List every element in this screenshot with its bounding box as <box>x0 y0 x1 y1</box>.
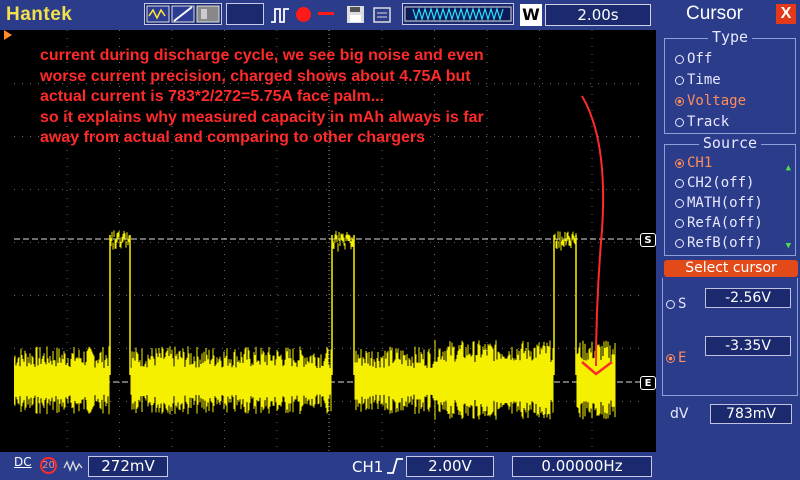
coupling-indicator: DC <box>14 455 32 469</box>
brand-logo: Hantek <box>6 4 73 25</box>
trigger-edge-icon <box>270 6 292 28</box>
memory-wave-icon <box>404 6 512 22</box>
rising-edge-icon <box>386 457 404 479</box>
cursor-s-value[interactable]: -2.56V <box>705 288 791 308</box>
annotation-line: actual current is 783*2/272=5.75A face p… <box>40 88 385 105</box>
annotation-line: current during discharge cycle, we see b… <box>40 47 484 64</box>
delta-value: 783mV <box>710 404 792 424</box>
type-group-label: Type <box>665 28 795 46</box>
display-mode-icons[interactable] <box>144 3 222 25</box>
type-group: Type Off Time Voltage Track <box>664 28 796 134</box>
annotation-text: current during discharge cycle, we see b… <box>40 46 640 149</box>
close-button[interactable]: X <box>776 4 796 24</box>
usb-icon <box>372 5 394 29</box>
source-option-ch2[interactable]: CH2(off) <box>675 175 754 191</box>
annotation-line: so it explains why measured capacity in … <box>40 108 484 126</box>
annotation-line: away from actual and comparing to other … <box>40 129 425 146</box>
trigger-channel-label: CH1 <box>352 458 384 476</box>
source-option-math[interactable]: MATH(off) <box>675 195 763 211</box>
bandwidth-limit-badge: 20 <box>40 457 57 474</box>
left-gutter <box>0 30 14 454</box>
record-icon[interactable] <box>296 7 311 22</box>
type-option-track[interactable]: Track <box>675 114 729 130</box>
memory-depth-indicator[interactable] <box>402 3 514 25</box>
source-group-label: Source <box>665 134 795 152</box>
cursor-e-marker[interactable]: E <box>640 376 656 390</box>
cursor-s-marker[interactable]: S <box>640 233 656 247</box>
select-cursor-header[interactable]: Select cursor <box>664 260 798 277</box>
cursor-e-option[interactable]: E <box>666 350 686 366</box>
ch1-scale-display[interactable]: 272mV <box>88 456 168 477</box>
top-status-bar: Hantek W 2.00s <box>0 0 656 30</box>
ch1-trace <box>14 230 616 420</box>
source-option-refb[interactable]: RefB(off) <box>675 235 763 251</box>
type-option-time[interactable]: Time <box>675 72 721 88</box>
trigger-mode-box[interactable] <box>226 3 264 25</box>
annotation-line: worse current precision, charged shows a… <box>40 67 471 85</box>
source-group: Source CH1 CH2(off) MATH(off) RefA(off) … <box>664 134 796 256</box>
trigger-position-icon <box>4 30 12 40</box>
type-option-off[interactable]: Off <box>675 51 712 67</box>
save-icon[interactable] <box>346 5 366 29</box>
waveform-mode-icon <box>146 5 220 23</box>
cursor-s-option[interactable]: S <box>666 296 686 312</box>
timebase-display[interactable]: 2.00s <box>545 4 651 26</box>
delta-label: dV <box>670 406 689 422</box>
trigger-level-display[interactable]: 2.00V <box>406 456 494 477</box>
cursor-e-value[interactable]: -3.35V <box>705 336 791 356</box>
bottom-status-bar: DC 20 272mV CH1 2.00V 0.00000Hz <box>0 452 656 480</box>
stop-icon <box>318 12 334 15</box>
type-option-voltage[interactable]: Voltage <box>675 93 746 109</box>
scroll-up-icon[interactable]: ▲ <box>786 163 791 173</box>
frequency-display: 0.00000Hz <box>512 456 652 477</box>
probe-icon <box>63 458 83 478</box>
source-option-ch1[interactable]: CH1 <box>675 155 712 171</box>
w-button[interactable]: W <box>520 4 542 26</box>
source-option-refa[interactable]: RefA(off) <box>675 215 763 231</box>
scroll-down-icon[interactable]: ▼ <box>786 241 791 251</box>
